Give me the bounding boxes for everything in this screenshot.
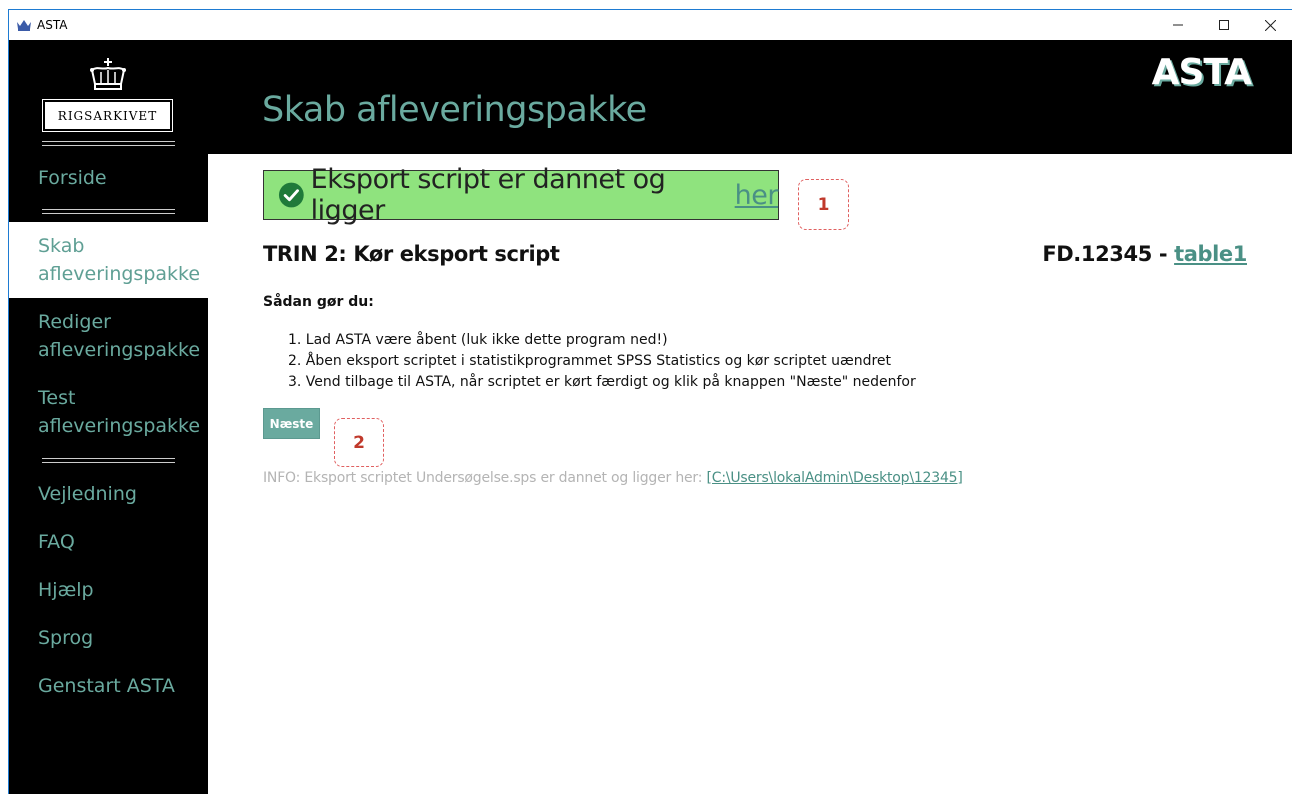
sidebar-item-label: Sprog [38, 627, 94, 649]
maximize-icon [1219, 20, 1229, 30]
sidebar-item-label: afleveringspakke [38, 339, 201, 361]
maximize-button[interactable] [1201, 10, 1247, 40]
page-title: Skab afleveringspakke [262, 90, 647, 130]
info-text: INFO: Eksport scriptet Undersøgelse.sps … [263, 470, 963, 486]
sidebar-item-label: Forside [38, 167, 107, 189]
minimize-button[interactable] [1155, 10, 1201, 40]
script-path-link[interactable]: [C:\Users\lokalAdmin\Desktop\12345] [706, 470, 962, 486]
sidebar-item-label: Test [38, 387, 76, 409]
window-title: ASTA [37, 18, 68, 32]
sidebar-item-label: Skab [38, 235, 85, 257]
app-window: ASTA RIGSARKIVET Forside Skab aflevering… [8, 9, 1292, 794]
list-item: 2. Åben eksport scriptet i statistikprog… [288, 353, 892, 369]
instruction-list: 1. Lad ASTA være åbent (luk ikke dette p… [288, 330, 916, 393]
sidebar-item-label: afleveringspakke [38, 415, 201, 437]
logo-text: RIGSARKIVET [45, 102, 170, 129]
callout-marker-1: 1 [798, 179, 849, 230]
divider [42, 141, 175, 146]
script-location-link[interactable]: her [735, 180, 779, 211]
delivery-identifier: FD.12345 - table1 [1042, 242, 1247, 266]
sidebar-item-hjaelp[interactable]: Hjælp [9, 576, 208, 604]
sidebar-item-rediger-afleveringspakke[interactable]: Rediger afleveringspakke [9, 308, 208, 364]
list-item: 3. Vend tilbage til ASTA, når scriptet e… [288, 374, 916, 390]
success-message: Eksport script er dannet og ligger [310, 164, 666, 226]
sidebar-item-test-afleveringspakke[interactable]: Test afleveringspakke [9, 384, 208, 440]
howto-heading: Sådan gør du: [263, 294, 374, 310]
sidebar-item-label: Genstart ASTA [38, 675, 175, 697]
main-content: Eksport script er dannet og ligger her 1… [208, 154, 1292, 794]
sidebar-item-skab-afleveringspakke[interactable]: Skab afleveringspakke [9, 222, 208, 298]
step-title: TRIN 2: Kør eksport script [263, 242, 560, 266]
sidebar-item-label: Hjælp [38, 579, 94, 601]
next-button[interactable]: Næste [263, 408, 320, 439]
minimize-icon [1173, 24, 1183, 26]
sidebar-item-label: Rediger [38, 311, 111, 333]
callout-marker-2: 2 [334, 418, 384, 467]
divider [42, 209, 175, 214]
divider [42, 458, 175, 463]
sidebar-item-vejledning[interactable]: Vejledning [9, 480, 208, 508]
check-circle-icon [278, 182, 304, 208]
sidebar-item-genstart-asta[interactable]: Genstart ASTA [9, 672, 208, 700]
title-bar: ASTA [9, 10, 1292, 40]
sidebar: RIGSARKIVET Forside Skab afleveringspakk… [9, 40, 208, 794]
page-header: Skab afleveringspakke ASTA [208, 40, 1292, 154]
sidebar-item-label: afleveringspakke [38, 263, 201, 285]
sidebar-item-label: Vejledning [38, 483, 137, 505]
close-icon [1264, 19, 1276, 31]
sidebar-item-faq[interactable]: FAQ [9, 528, 208, 556]
list-item: 1. Lad ASTA være åbent (luk ikke dette p… [288, 332, 668, 348]
success-banner: Eksport script er dannet og ligger her [263, 164, 779, 226]
close-button[interactable] [1247, 10, 1292, 40]
crown-icon [17, 20, 31, 31]
callout-number: 2 [353, 432, 365, 453]
sidebar-item-sprog[interactable]: Sprog [9, 624, 208, 652]
sidebar-item-label: FAQ [38, 531, 75, 553]
callout-number: 1 [817, 194, 830, 215]
crown-logo-icon [90, 58, 126, 90]
fd-prefix: FD.12345 - [1042, 242, 1175, 266]
asta-brand-logo: ASTA [1151, 52, 1252, 93]
sidebar-item-forside[interactable]: Forside [9, 164, 208, 192]
rigsarkivet-logo: RIGSARKIVET [42, 99, 173, 132]
table-link[interactable]: table1 [1174, 242, 1247, 266]
info-message: INFO: Eksport scriptet Undersøgelse.sps … [263, 470, 707, 486]
